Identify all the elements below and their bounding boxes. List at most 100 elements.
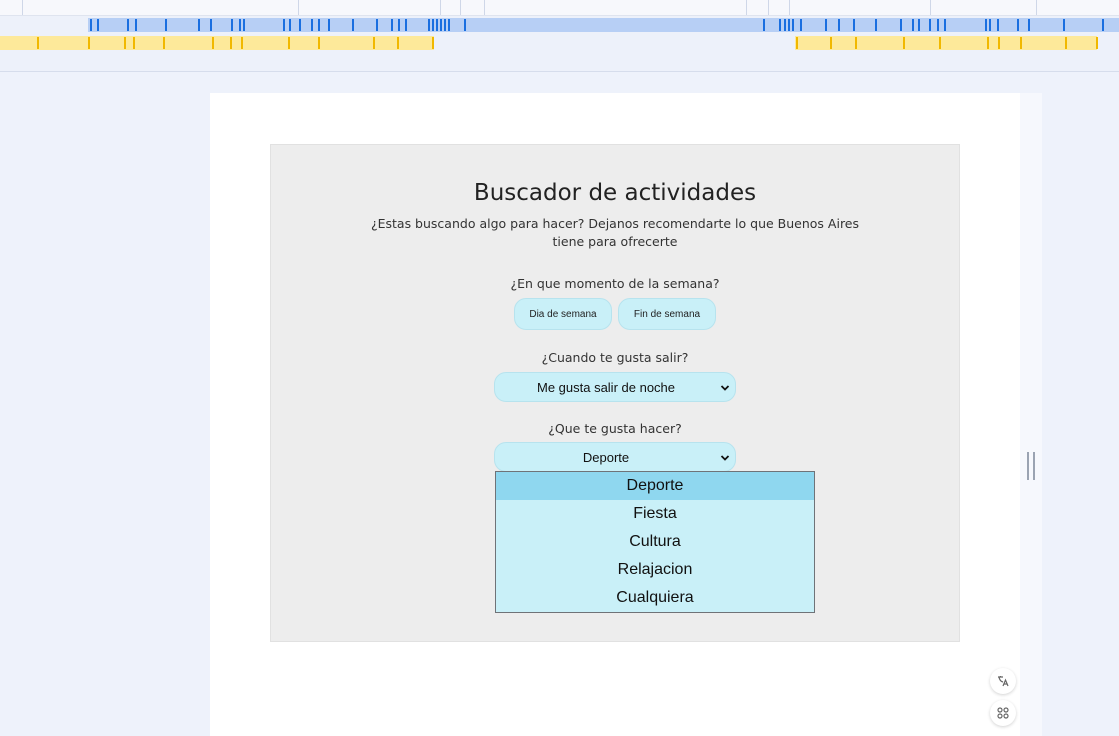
scripting-event-tick [88, 37, 90, 49]
network-event-tick [853, 19, 855, 31]
network-event-tick [912, 19, 914, 31]
scripting-event-tick [1096, 37, 1098, 49]
network-event-tick [875, 19, 877, 31]
weekend-button[interactable]: Fin de semana [618, 298, 716, 330]
network-event-tick [97, 19, 99, 31]
scripting-event-tick [998, 37, 1000, 49]
network-event-tick [405, 19, 407, 31]
track-band [0, 36, 434, 50]
scripting-event-tick [373, 37, 375, 49]
scripting-event-tick [432, 37, 434, 49]
translate-button[interactable] [990, 668, 1016, 694]
scripting-event-tick [939, 37, 941, 49]
track-band [88, 18, 762, 32]
network-event-tick [135, 19, 137, 31]
ruler-gridline [460, 0, 461, 15]
network-event-tick [428, 19, 430, 31]
ruler-gridline [930, 0, 931, 15]
time-select[interactable]: Me gusta salir de noche [494, 372, 736, 402]
scripting-event-tick [230, 37, 232, 49]
scripting-event-tick [37, 37, 39, 49]
network-event-tick [779, 19, 781, 31]
scripting-event-tick [318, 37, 320, 49]
network-event-tick [352, 19, 354, 31]
scripting-event-tick [830, 37, 832, 49]
translate-icon [998, 676, 1009, 687]
ruler-gridline [484, 0, 485, 15]
timeline-track-network[interactable] [0, 18, 1119, 32]
network-event-tick [318, 19, 320, 31]
network-event-tick [90, 19, 92, 31]
network-event-tick [788, 19, 790, 31]
activity-option[interactable]: Relajacion [496, 556, 814, 584]
resize-handle[interactable] [1027, 452, 1035, 480]
network-event-tick [239, 19, 241, 31]
network-event-tick [198, 19, 200, 31]
performance-timeline[interactable] [0, 0, 1119, 72]
chevron-down-icon [720, 385, 730, 391]
track-band [795, 36, 1097, 50]
scripting-event-tick [163, 37, 165, 49]
activity-option[interactable]: Cualquiera [496, 584, 814, 612]
scripting-event-tick [133, 37, 135, 49]
network-event-tick [1017, 19, 1019, 31]
network-event-tick [440, 19, 442, 31]
network-event-tick [376, 19, 378, 31]
activity-select-value: Deporte [582, 449, 630, 465]
time-select-value: Me gusta salir de noche [536, 379, 676, 395]
scripting-event-tick [1020, 37, 1022, 49]
activity-option[interactable]: Fiesta [496, 500, 814, 528]
network-event-tick [283, 19, 285, 31]
weekday-button[interactable]: Dia de semana [514, 298, 612, 330]
network-event-tick [989, 19, 991, 31]
network-event-tick [398, 19, 400, 31]
command-icon [997, 707, 1009, 719]
network-event-tick [299, 19, 301, 31]
scripting-event-tick [903, 37, 905, 49]
network-event-tick [165, 19, 167, 31]
network-event-tick [997, 19, 999, 31]
ruler-gridline [768, 0, 769, 15]
network-event-tick [825, 19, 827, 31]
activity-question-label: ¿Que te gusta hacer? [548, 421, 682, 436]
network-event-tick [127, 19, 129, 31]
scripting-event-tick [288, 37, 290, 49]
network-event-tick [900, 19, 902, 31]
timeline-track-scripting[interactable] [0, 36, 1119, 50]
track-band [762, 18, 1119, 32]
page-subtitle: ¿Estas buscando algo para hacer? Dejanos… [370, 216, 860, 249]
network-event-tick [1102, 19, 1104, 31]
network-event-tick [918, 19, 920, 31]
network-event-tick [1028, 19, 1030, 31]
network-event-tick [985, 19, 987, 31]
network-event-tick [937, 19, 939, 31]
scripting-event-tick [796, 37, 798, 49]
activity-select[interactable]: Deporte [494, 442, 736, 472]
network-event-tick [464, 19, 466, 31]
network-event-tick [792, 19, 794, 31]
scripting-event-tick [855, 37, 857, 49]
scripting-event-tick [212, 37, 214, 49]
network-event-tick [448, 19, 450, 31]
ruler-gridline [440, 0, 441, 15]
scripting-event-tick [1065, 37, 1067, 49]
ruler-gridline [1036, 0, 1037, 15]
network-event-tick [231, 19, 233, 31]
network-event-tick [444, 19, 446, 31]
activity-option[interactable]: Deporte [496, 472, 814, 500]
chevron-down-icon [720, 455, 730, 461]
ruler-gridline [746, 0, 747, 15]
page-scroll-rail[interactable] [1020, 93, 1042, 736]
week-question-label: ¿En que momento de la semana? [510, 276, 720, 291]
network-event-tick [800, 19, 802, 31]
network-event-tick [944, 19, 946, 31]
activity-option[interactable]: Cultura [496, 528, 814, 556]
timeline-ruler [0, 0, 1119, 16]
network-event-tick [929, 19, 931, 31]
scripting-event-tick [987, 37, 989, 49]
activity-options-list[interactable]: Deporte Fiesta Cultura Relajacion Cualqu… [495, 471, 815, 613]
network-event-tick [311, 19, 313, 31]
network-event-tick [243, 19, 245, 31]
network-event-tick [838, 19, 840, 31]
command-button[interactable] [990, 700, 1016, 726]
